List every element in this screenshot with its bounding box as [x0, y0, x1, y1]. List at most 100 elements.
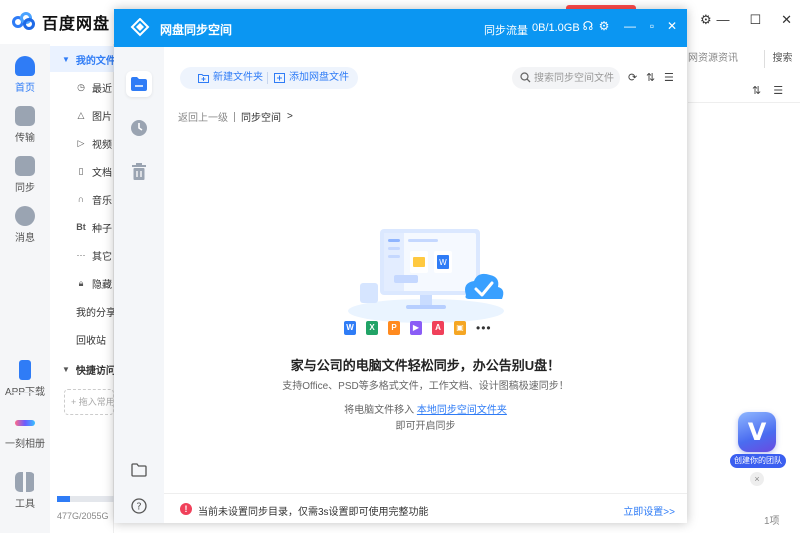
minimize-icon[interactable]: —: [622, 19, 638, 33]
breadcrumb: 返回上一级 同步空间 >: [178, 109, 293, 124]
rail-label: 消息: [15, 233, 35, 244]
sync-space-logo-icon: [130, 18, 150, 37]
rail-label: 工具: [15, 499, 35, 510]
setup-warning-text: 当前未设置同步目录，仅需3s设置即可使用完整功能: [198, 507, 429, 518]
quick-access-drop-zone[interactable]: + 拖入常用: [64, 389, 114, 415]
dialog-titlebar: 网盘同步空间 同步流量 0B/1.0GB ☊ ⚙ — ▫ ✕: [114, 9, 687, 47]
headset-icon[interactable]: ☊: [580, 19, 596, 33]
phone-icon: [19, 360, 31, 380]
more-file-types-icon: •••: [476, 321, 492, 335]
breadcrumb-current: 同步空间: [241, 113, 281, 124]
dialog-title: 网盘同步空间: [160, 23, 233, 37]
sort-icon[interactable]: ⇅: [646, 71, 655, 84]
file-type-icon: A: [432, 321, 444, 335]
file-type-icon: ▣: [454, 321, 466, 335]
search-icon: [520, 72, 531, 83]
chevron-down-icon: ▼: [62, 54, 70, 64]
sync-search-input[interactable]: [534, 70, 616, 86]
maximize-button[interactable]: ☐: [749, 12, 761, 28]
storage-usage-bar: [57, 496, 114, 502]
minimize-button[interactable]: —: [716, 12, 729, 28]
folder-sync-icon: [131, 77, 147, 91]
empty-state-subtitle: 支持Office、PSD等多格式文件，工作文档、设计图稿极速同步！: [282, 381, 569, 392]
sidebar-item-other[interactable]: ··· 其它: [50, 242, 114, 268]
cloud-icon: [15, 56, 35, 76]
open-folder-button[interactable]: [126, 457, 152, 483]
sync-quota-value: 0B/1.0GB: [532, 22, 580, 34]
rail-label: 传输: [15, 133, 35, 144]
sync-trash-tab[interactable]: [126, 159, 152, 185]
sidebar-item-quick-access[interactable]: ▼ 快捷访问: [50, 356, 114, 382]
local-sync-folder-link[interactable]: 本地同步空间文件夹: [417, 405, 507, 416]
message-icon: [15, 206, 35, 226]
chevron-down-icon: ▼: [62, 364, 70, 374]
sync-illustration: W: [348, 229, 504, 323]
sidebar-item-torrents[interactable]: Bt 种子: [50, 214, 114, 240]
rail-label: 首页: [15, 83, 35, 94]
sidebar-item-recycle-bin[interactable]: 回收站: [50, 326, 114, 352]
sidebar-item-my-share[interactable]: 我的分享: [50, 298, 114, 324]
sidebar-item-docs[interactable]: ▯ 文档: [50, 158, 114, 184]
toolbar-divider: [267, 72, 268, 84]
setup-now-link[interactable]: 立即设置>>: [623, 503, 675, 518]
sidebar-item-my-files[interactable]: ▼ 我的文件: [50, 46, 114, 72]
list-view-icon[interactable]: ☰: [773, 84, 783, 97]
storage-usage-text: 477G/2055G: [57, 511, 109, 521]
sidebar-item-hidden[interactable]: 🔒︎ 隐藏: [50, 270, 114, 296]
maximize-icon[interactable]: ▫: [644, 19, 660, 33]
resource-search-tab[interactable]: 网资源资讯: [688, 50, 760, 68]
add-netdisk-files-button[interactable]: 添加网盘文件: [274, 67, 349, 89]
sort-icon[interactable]: ⇅: [752, 84, 761, 97]
file-type-icon: X: [366, 321, 378, 335]
rail-item-messages[interactable]: 消息: [0, 206, 50, 244]
sync-quota-label: 同步流量: [484, 25, 528, 37]
breadcrumb-divider: [234, 111, 235, 122]
rail-divider: [10, 392, 40, 393]
svg-text:W: W: [439, 258, 447, 267]
left-rail: 首页 传输 同步 消息 APP下载 一刻相册 工具: [0, 44, 50, 533]
file-type-icon: P: [388, 321, 400, 335]
rail-item-transfer[interactable]: 传输: [0, 106, 50, 144]
close-icon[interactable]: ✕: [664, 19, 680, 33]
sidebar-item-recent[interactable]: ◷ 最近: [50, 74, 114, 100]
sidebar-item-images[interactable]: △ 图片: [50, 102, 114, 128]
rail-item-tools[interactable]: 工具: [0, 472, 50, 510]
image-icon: △: [77, 109, 85, 120]
close-button[interactable]: ✕: [781, 12, 792, 28]
lock-icon: 🔒︎: [78, 277, 84, 288]
list-tools: ⇅ ☰: [752, 84, 783, 97]
file-sidebar: ▼ 我的文件 ◷ 最近 △ 图片 ▷ 视频 ▯ 文档 ∩ 音乐 Bt 种子 ··· 其它 🔒︎…: [50, 44, 114, 533]
gear-icon[interactable]: ⚙: [596, 19, 612, 33]
list-divider: [688, 102, 800, 103]
list-view-icon[interactable]: ☰: [664, 71, 674, 84]
resource-search-button[interactable]: 搜索: [764, 50, 800, 68]
help-button[interactable]: ?: [126, 493, 152, 519]
rail-item-album[interactable]: 一刻相册: [0, 412, 50, 450]
app-title: 百度网盘: [42, 16, 111, 33]
rail-label: 同步: [15, 183, 35, 194]
sidebar-item-videos[interactable]: ▷ 视频: [50, 130, 114, 156]
rail-item-sync[interactable]: 同步: [0, 156, 50, 194]
folder-icon: [131, 463, 147, 477]
sidebar-item-music[interactable]: ∩ 音乐: [50, 186, 114, 212]
new-folder-button[interactable]: 新建文件夹: [198, 67, 263, 89]
document-icon: ▯: [78, 165, 84, 176]
refresh-icon[interactable]: ⟳: [628, 71, 637, 84]
sync-files-tab[interactable]: [126, 71, 152, 97]
rail-item-home[interactable]: 首页: [0, 56, 50, 94]
rail-label: APP下载: [0, 383, 50, 398]
sync-history-tab[interactable]: [126, 115, 152, 141]
main-window-controls: — ☐ ✕: [716, 12, 792, 28]
tools-icon: [15, 472, 35, 492]
album-icon: [15, 420, 35, 426]
settings-gear-icon[interactable]: ⚙: [700, 12, 712, 28]
breadcrumb-back-link[interactable]: 返回上一级: [178, 109, 228, 124]
dialog-sidebar: ?: [114, 47, 164, 523]
create-team-promo[interactable]: V 创建你的团队: [730, 410, 786, 468]
file-type-icon: W: [344, 321, 356, 335]
warning-icon: !: [180, 503, 192, 515]
promo-close-icon[interactable]: ×: [750, 472, 764, 486]
rail-label: 一刻相册: [5, 439, 45, 450]
empty-state-headline: 家与公司的电脑文件轻松同步，办公告别U盘！: [290, 358, 561, 373]
resource-search: 网资源资讯 搜索: [688, 50, 800, 70]
